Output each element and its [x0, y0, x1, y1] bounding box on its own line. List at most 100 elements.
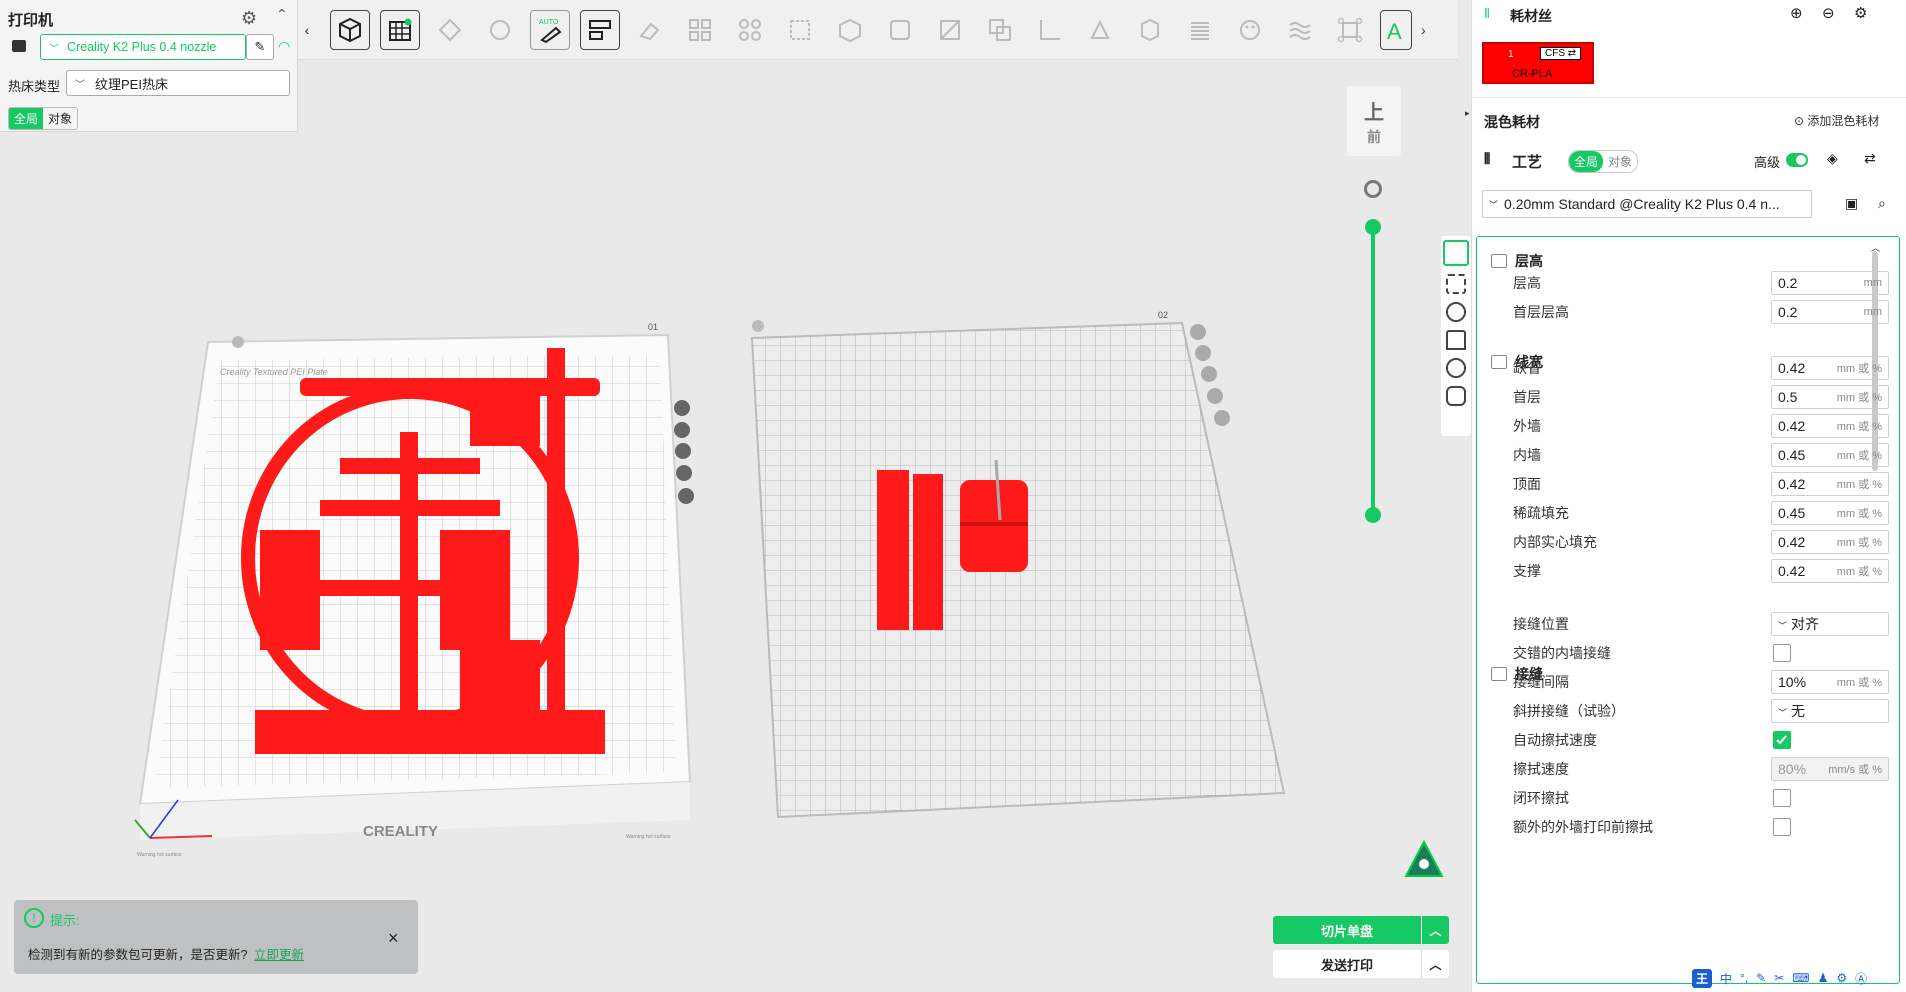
scroll-up-icon[interactable]: ︿: [1871, 241, 1880, 254]
layer-slider-track[interactable]: [1371, 226, 1375, 514]
speed-icon[interactable]: [1446, 302, 1466, 322]
assistant-icon[interactable]: [1402, 838, 1446, 882]
edit-printer-button[interactable]: ✎: [246, 34, 274, 60]
plate1-close-icon[interactable]: [674, 400, 690, 416]
hollow-button[interactable]: [880, 10, 920, 50]
variable-layer-button[interactable]: [1180, 10, 1220, 50]
setting-input[interactable]: 0.45 mm 或 %: [1771, 443, 1889, 467]
add-mixed-filament-button[interactable]: ⊙ 添加混色耗材: [1794, 112, 1879, 129]
slice-options-icon[interactable]: ︿: [1421, 916, 1449, 944]
boolean-button[interactable]: [980, 10, 1020, 50]
split-parts-button[interactable]: [730, 10, 770, 50]
rotate-button[interactable]: [480, 10, 520, 50]
shirt-icon[interactable]: ♟: [1818, 971, 1829, 985]
cfs-badge[interactable]: CFS ⇄: [1540, 47, 1582, 60]
chevron-right-icon[interactable]: ›: [1421, 22, 1426, 38]
home-icon[interactable]: [1446, 330, 1466, 350]
erase-button[interactable]: [630, 10, 670, 50]
color-paint-button[interactable]: [1230, 10, 1270, 50]
filament-slot-1[interactable]: 1 CFS ⇄ CR-PLA: [1482, 42, 1594, 84]
advanced-toggle[interactable]: [1786, 153, 1808, 167]
setting-checkbox[interactable]: [1773, 789, 1791, 807]
send-print-button[interactable]: 发送打印 ︿: [1273, 950, 1449, 978]
remove-filament-icon[interactable]: ⊖: [1822, 4, 1835, 22]
assembly-button[interactable]: [1330, 10, 1370, 50]
plate2-close-icon[interactable]: [1190, 324, 1206, 340]
search-icon[interactable]: ⌕: [1878, 195, 1886, 212]
update-now-link[interactable]: 立即更新: [254, 944, 304, 963]
measure-button[interactable]: [1030, 10, 1070, 50]
plate-1[interactable]: Creality Textured PEI Plate CREALITY 01 …: [134, 322, 694, 858]
add-object-button[interactable]: [330, 9, 370, 50]
filament-material[interactable]: CR-PLA: [1512, 68, 1552, 80]
filament-settings-icon[interactable]: ⚙: [1854, 4, 1867, 22]
fuzzy-skin-button[interactable]: [1280, 10, 1320, 50]
plate2-lock-icon[interactable]: [1207, 388, 1223, 404]
ime-logo-icon[interactable]: 王: [1692, 968, 1713, 988]
send-options-icon[interactable]: ︿: [1421, 950, 1449, 978]
close-notice-icon[interactable]: ×: [388, 928, 399, 949]
cut-button[interactable]: [930, 10, 970, 50]
process-scope-toggle[interactable]: 全局 对象: [1568, 150, 1639, 173]
plate1-arrange-icon[interactable]: [675, 443, 691, 459]
setting-input[interactable]: 0.45 mm 或 %: [1771, 501, 1889, 525]
compare-icon[interactable]: ◈: [1827, 150, 1838, 167]
text-tool-button[interactable]: A: [1380, 9, 1412, 50]
layer-slider-bottom-handle[interactable]: [1365, 507, 1381, 523]
scissors-icon[interactable]: ✂: [1774, 971, 1784, 985]
plate2-orient-icon[interactable]: [1195, 345, 1211, 361]
arrange-button[interactable]: [580, 9, 620, 50]
add-filament-icon[interactable]: ⊕: [1790, 4, 1803, 22]
view-top-label[interactable]: 上: [1364, 96, 1384, 125]
ime-mode-label[interactable]: 中: [1720, 970, 1732, 987]
split-objects-button[interactable]: [680, 10, 720, 50]
setting-input[interactable]: 0.5 mm 或 %: [1771, 385, 1889, 409]
setting-input[interactable]: 0.42 mm 或 %: [1771, 472, 1889, 496]
setting-input[interactable]: 0.42 mm 或 %: [1771, 559, 1889, 583]
printer-select[interactable]: ﹀ Creality K2 Plus 0.4 nozzle: [40, 34, 246, 60]
pen-icon[interactable]: ✎: [1756, 971, 1766, 985]
setting-input[interactable]: 10% mm 或 %: [1771, 670, 1889, 694]
setting-checkbox[interactable]: [1773, 731, 1791, 749]
setting-select[interactable]: ﹀ 无: [1771, 699, 1889, 723]
slice-plate-button[interactable]: 切片单盘 ︿: [1273, 916, 1449, 944]
layer-settings-icon[interactable]: [1364, 180, 1382, 198]
sync-icon[interactable]: ⇄: [1864, 150, 1876, 167]
view-cube[interactable]: 上 前: [1347, 86, 1401, 156]
layer-slider-top-handle[interactable]: [1365, 219, 1381, 235]
scale-button[interactable]: [780, 10, 820, 50]
orient-button[interactable]: [430, 10, 470, 50]
plate1-lock-icon[interactable]: [676, 465, 692, 481]
auto-arrange-button[interactable]: AUTO: [530, 9, 570, 50]
setting-checkbox[interactable]: [1773, 644, 1791, 662]
view-front-label[interactable]: 前: [1367, 127, 1381, 147]
target-icon[interactable]: [1446, 358, 1466, 378]
support-paint-button[interactable]: [1080, 10, 1120, 50]
process-scope-global[interactable]: 全局: [1569, 151, 1604, 172]
setting-input[interactable]: 0.42 mm 或 %: [1771, 530, 1889, 554]
move-button[interactable]: [830, 10, 870, 50]
chevron-left-icon[interactable]: ‹: [298, 22, 316, 38]
plate1-settings-icon[interactable]: [678, 488, 694, 504]
seam-paint-button[interactable]: [1130, 10, 1170, 50]
setting-input[interactable]: 0.2 mm: [1771, 300, 1889, 324]
setting-input[interactable]: 0.42 mm 或 %: [1771, 414, 1889, 438]
tray-settings-icon[interactable]: ⚙: [1836, 971, 1847, 985]
punctuation-icon[interactable]: °,: [1740, 971, 1748, 985]
setting-select[interactable]: ﹀ 对齐: [1771, 612, 1889, 636]
process-scope-object[interactable]: 对象: [1603, 151, 1637, 172]
setting-checkbox[interactable]: [1773, 818, 1791, 836]
collapse-icon[interactable]: ⌃: [276, 6, 288, 23]
setting-input[interactable]: 0.42 mm 或 %: [1771, 356, 1889, 380]
collapse-right-icon[interactable]: ▸: [1465, 108, 1470, 119]
viewport[interactable]: Creality Textured PEI Plate CREALITY 01 …: [0, 60, 1471, 992]
plate1-orient-icon[interactable]: [674, 422, 690, 438]
gear-icon[interactable]: ⚙: [241, 8, 257, 29]
command-icon[interactable]: [1446, 386, 1466, 406]
ai-icon[interactable]: Ⓐ: [1855, 970, 1867, 987]
save-profile-icon[interactable]: ▣: [1845, 195, 1858, 212]
plate2-arrange-icon[interactable]: [1201, 366, 1217, 382]
add-plate-button[interactable]: [380, 9, 420, 50]
plate-2[interactable]: 02: [750, 310, 1286, 819]
plate2-settings-icon[interactable]: [1214, 410, 1230, 426]
